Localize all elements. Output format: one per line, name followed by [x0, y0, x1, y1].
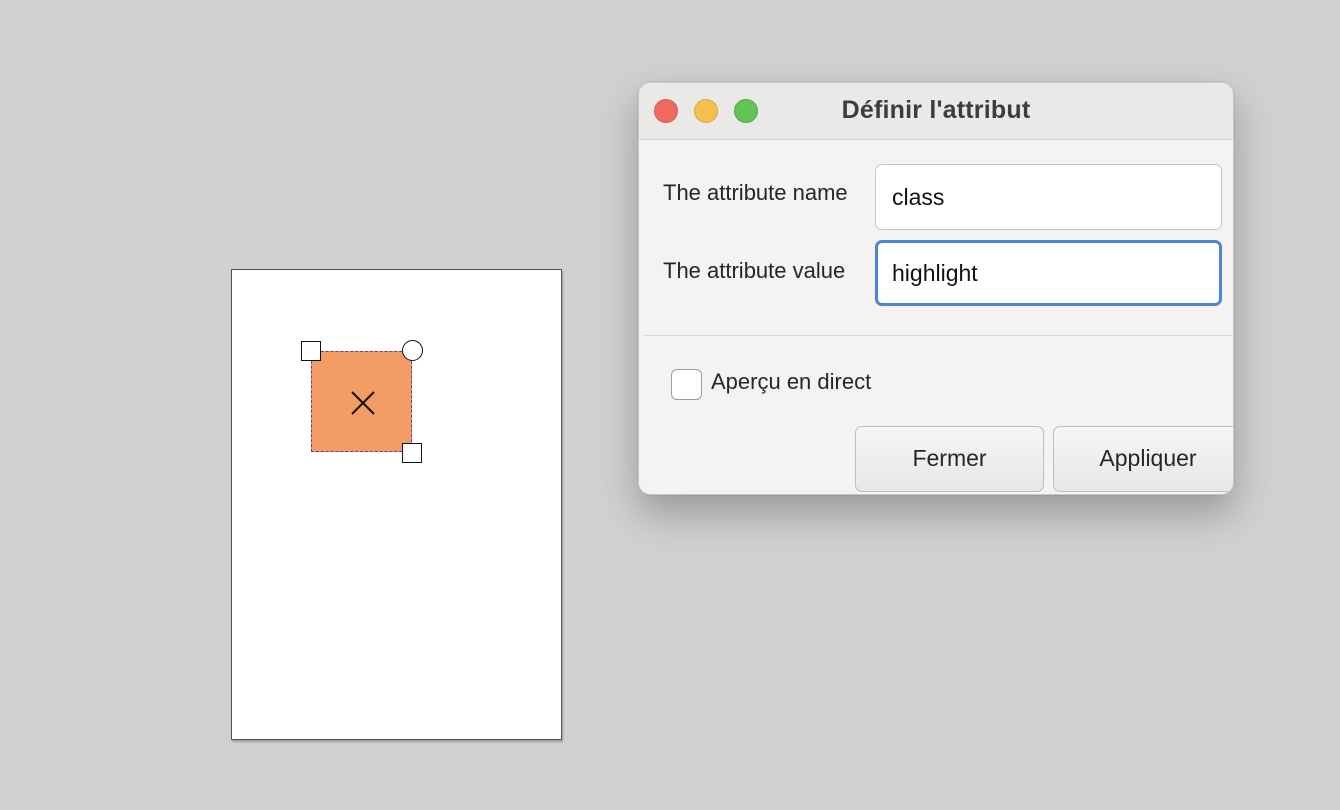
- attribute-value-input[interactable]: [875, 240, 1222, 306]
- dialog-title: Définir l'attribut: [841, 96, 1031, 124]
- resize-handle-bottom-right[interactable]: [402, 443, 422, 463]
- set-attribute-dialog: Définir l'attribut The attribute name Th…: [638, 82, 1234, 495]
- attribute-value-label: The attribute value: [663, 258, 846, 283]
- apply-button[interactable]: Appliquer: [1053, 426, 1233, 492]
- attribute-name-input[interactable]: [875, 164, 1222, 230]
- attribute-name-label: The attribute name: [663, 180, 848, 205]
- close-button[interactable]: Fermer: [855, 426, 1044, 492]
- document-page[interactable]: [231, 269, 562, 740]
- dialog-separator: [643, 335, 1233, 336]
- live-preview-label[interactable]: Aperçu en direct: [711, 369, 871, 395]
- rotation-center-icon[interactable]: [350, 390, 376, 416]
- rotate-handle-top-right[interactable]: [402, 340, 423, 361]
- dialog-titlebar[interactable]: Définir l'attribut: [639, 83, 1233, 140]
- live-preview-checkbox[interactable]: [671, 369, 702, 400]
- resize-handle-top-left[interactable]: [301, 341, 321, 361]
